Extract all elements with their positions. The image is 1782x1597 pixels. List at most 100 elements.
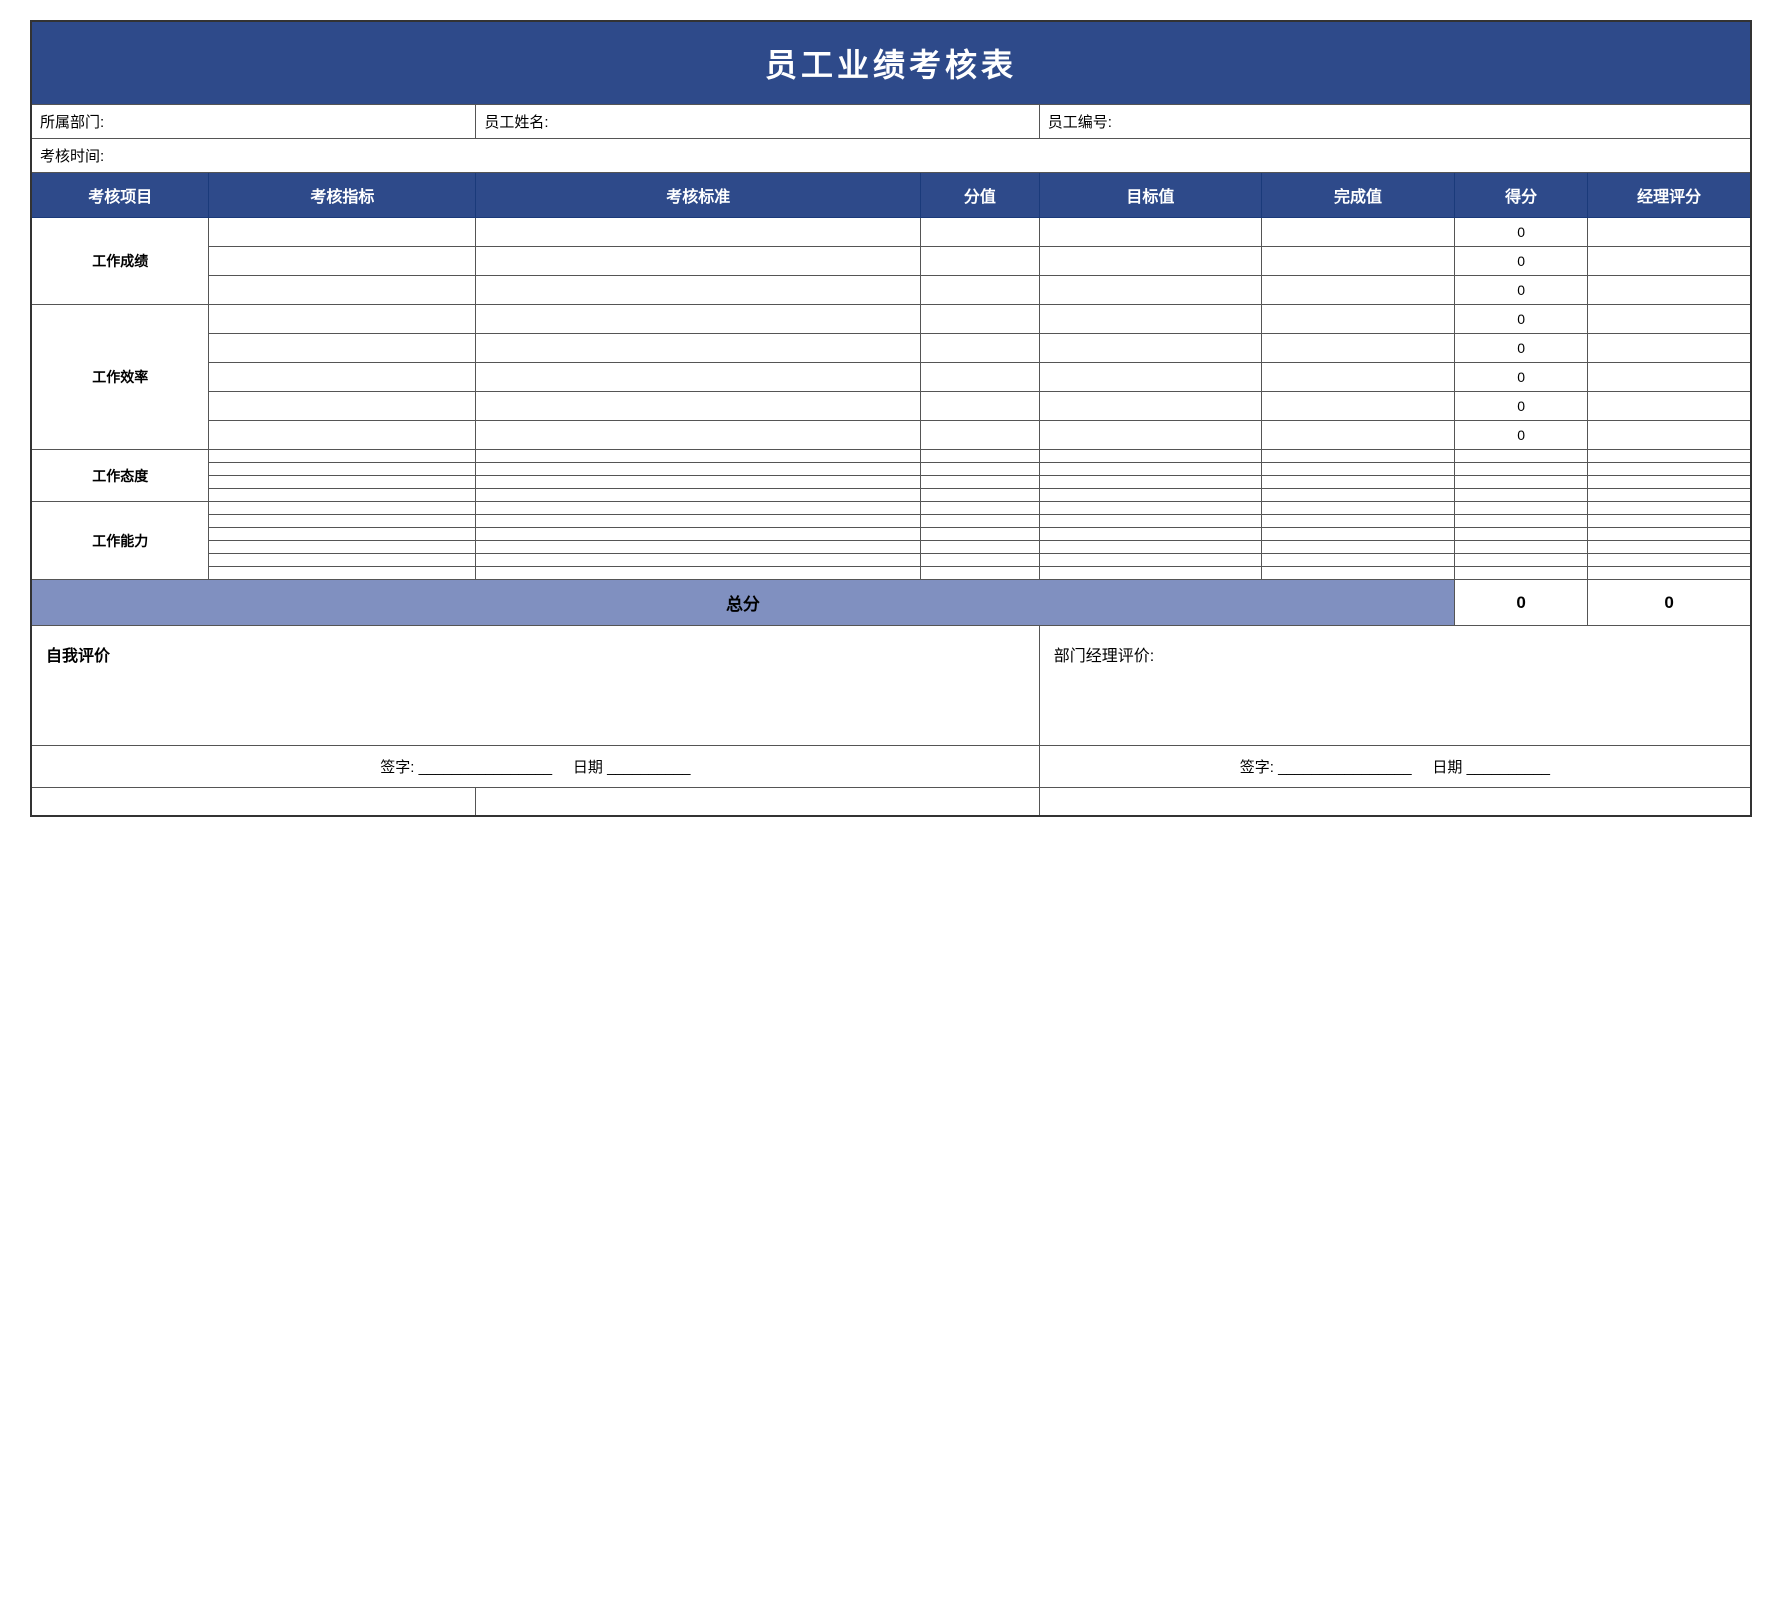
indicator-cell[interactable] — [209, 421, 476, 450]
score-cell[interactable] — [921, 489, 1040, 502]
get-cell[interactable]: 0 — [1454, 247, 1587, 276]
left-date-line[interactable]: __________ — [607, 759, 690, 776]
indicator-cell[interactable] — [209, 218, 476, 247]
score-cell[interactable] — [921, 363, 1040, 392]
standard-cell[interactable] — [476, 276, 921, 305]
manager-cell[interactable] — [1588, 528, 1751, 541]
dept-eval-cell[interactable]: 部门经理评价: — [1039, 626, 1751, 746]
target-cell[interactable] — [1039, 305, 1261, 334]
standard-cell[interactable] — [476, 334, 921, 363]
standard-cell[interactable] — [476, 554, 921, 567]
indicator-cell[interactable] — [209, 334, 476, 363]
complete-cell[interactable] — [1262, 476, 1455, 489]
target-cell[interactable] — [1039, 421, 1261, 450]
manager-cell[interactable] — [1588, 276, 1751, 305]
score-cell[interactable] — [921, 515, 1040, 528]
target-cell[interactable] — [1039, 363, 1261, 392]
score-cell[interactable] — [921, 218, 1040, 247]
manager-cell[interactable] — [1588, 502, 1751, 515]
get-cell[interactable] — [1454, 541, 1587, 554]
get-cell[interactable] — [1454, 450, 1587, 463]
indicator-cell[interactable] — [209, 363, 476, 392]
indicator-cell[interactable] — [209, 305, 476, 334]
get-cell[interactable] — [1454, 554, 1587, 567]
complete-cell[interactable] — [1262, 515, 1455, 528]
get-cell[interactable] — [1454, 528, 1587, 541]
target-cell[interactable] — [1039, 528, 1261, 541]
standard-cell[interactable] — [476, 247, 921, 276]
manager-cell[interactable] — [1588, 421, 1751, 450]
standard-cell[interactable] — [476, 392, 921, 421]
indicator-cell[interactable] — [209, 247, 476, 276]
manager-cell[interactable] — [1588, 363, 1751, 392]
manager-cell[interactable] — [1588, 392, 1751, 421]
manager-cell[interactable] — [1588, 305, 1751, 334]
target-cell[interactable] — [1039, 247, 1261, 276]
standard-cell[interactable] — [476, 541, 921, 554]
complete-cell[interactable] — [1262, 392, 1455, 421]
manager-cell[interactable] — [1588, 463, 1751, 476]
get-cell[interactable] — [1454, 476, 1587, 489]
target-cell[interactable] — [1039, 463, 1261, 476]
target-cell[interactable] — [1039, 489, 1261, 502]
get-cell[interactable] — [1454, 502, 1587, 515]
complete-cell[interactable] — [1262, 276, 1455, 305]
standard-cell[interactable] — [476, 489, 921, 502]
standard-cell[interactable] — [476, 567, 921, 580]
target-cell[interactable] — [1039, 541, 1261, 554]
manager-cell[interactable] — [1588, 489, 1751, 502]
score-cell[interactable] — [921, 463, 1040, 476]
complete-cell[interactable] — [1262, 247, 1455, 276]
complete-cell[interactable] — [1262, 528, 1455, 541]
complete-cell[interactable] — [1262, 363, 1455, 392]
standard-cell[interactable] — [476, 463, 921, 476]
complete-cell[interactable] — [1262, 334, 1455, 363]
complete-cell[interactable] — [1262, 218, 1455, 247]
get-cell[interactable]: 0 — [1454, 276, 1587, 305]
left-sign-line[interactable]: ________________ — [419, 759, 552, 776]
score-cell[interactable] — [921, 502, 1040, 515]
indicator-cell[interactable] — [209, 554, 476, 567]
target-cell[interactable] — [1039, 515, 1261, 528]
target-cell[interactable] — [1039, 276, 1261, 305]
target-cell[interactable] — [1039, 502, 1261, 515]
score-cell[interactable] — [921, 247, 1040, 276]
standard-cell[interactable] — [476, 528, 921, 541]
get-cell[interactable]: 0 — [1454, 392, 1587, 421]
score-cell[interactable] — [921, 421, 1040, 450]
score-cell[interactable] — [921, 541, 1040, 554]
indicator-cell[interactable] — [209, 276, 476, 305]
score-cell[interactable] — [921, 476, 1040, 489]
indicator-cell[interactable] — [209, 515, 476, 528]
get-cell[interactable]: 0 — [1454, 334, 1587, 363]
complete-cell[interactable] — [1262, 450, 1455, 463]
indicator-cell[interactable] — [209, 450, 476, 463]
manager-cell[interactable] — [1588, 541, 1751, 554]
manager-cell[interactable] — [1588, 515, 1751, 528]
standard-cell[interactable] — [476, 363, 921, 392]
get-cell[interactable] — [1454, 567, 1587, 580]
manager-cell[interactable] — [1588, 476, 1751, 489]
get-cell[interactable]: 0 — [1454, 218, 1587, 247]
indicator-cell[interactable] — [209, 502, 476, 515]
get-cell[interactable] — [1454, 515, 1587, 528]
manager-cell[interactable] — [1588, 450, 1751, 463]
get-cell[interactable]: 0 — [1454, 363, 1587, 392]
indicator-cell[interactable] — [209, 463, 476, 476]
score-cell[interactable] — [921, 305, 1040, 334]
get-cell[interactable]: 0 — [1454, 421, 1587, 450]
complete-cell[interactable] — [1262, 567, 1455, 580]
complete-cell[interactable] — [1262, 502, 1455, 515]
score-cell[interactable] — [921, 554, 1040, 567]
target-cell[interactable] — [1039, 476, 1261, 489]
score-cell[interactable] — [921, 528, 1040, 541]
standard-cell[interactable] — [476, 305, 921, 334]
manager-cell[interactable] — [1588, 247, 1751, 276]
target-cell[interactable] — [1039, 334, 1261, 363]
get-cell[interactable] — [1454, 489, 1587, 502]
score-cell[interactable] — [921, 392, 1040, 421]
self-eval-cell[interactable]: 自我评价 — [31, 626, 1039, 746]
manager-cell[interactable] — [1588, 334, 1751, 363]
complete-cell[interactable] — [1262, 541, 1455, 554]
manager-cell[interactable] — [1588, 567, 1751, 580]
